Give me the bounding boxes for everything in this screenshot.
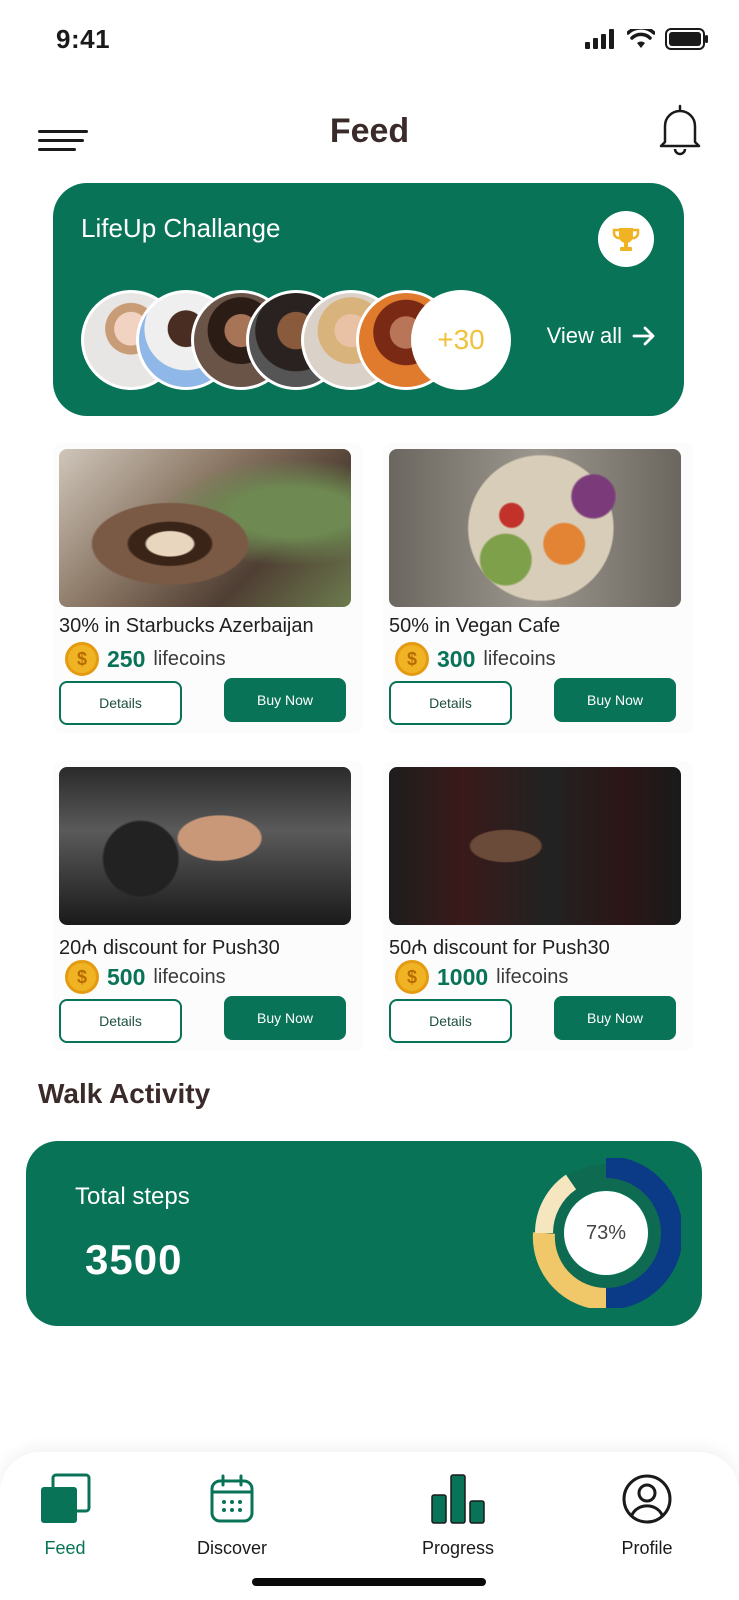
offer-title: 50₼ discount for Push30 — [389, 937, 610, 959]
view-all-link[interactable]: View all — [547, 323, 656, 349]
offer-card[interactable]: 20₼ discount for Push30 $ 500 lifecoins … — [53, 761, 363, 1051]
offer-title: 20₼ discount for Push30 — [59, 937, 280, 959]
tab-label: Profile — [621, 1538, 673, 1558]
more-participants-count[interactable]: +30 — [411, 290, 511, 390]
buy-now-button[interactable]: Buy Now — [554, 996, 676, 1040]
price-value: 500 — [107, 963, 146, 990]
offer-card[interactable]: 50% in Vegan Cafe $ 300 lifecoins Detail… — [383, 443, 693, 733]
status-icons — [585, 28, 709, 50]
offer-price: $ 300 lifecoins — [395, 642, 556, 676]
price-value: 250 — [107, 645, 146, 672]
buy-now-button[interactable]: Buy Now — [554, 678, 676, 722]
tab-profile[interactable]: Profile — [587, 1470, 707, 1559]
coin-icon: $ — [395, 642, 429, 676]
offer-image-salad — [389, 449, 681, 607]
offer-title: 30% in Starbucks Azerbaijan — [59, 615, 314, 637]
total-steps-label: Total steps — [75, 1183, 190, 1210]
total-steps-value: 3500 — [85, 1236, 183, 1283]
calendar-icon — [172, 1470, 292, 1528]
coin-icon: $ — [65, 642, 99, 676]
status-bar: 9:41 — [0, 0, 739, 80]
offer-price: $ 250 lifecoins — [65, 642, 226, 676]
battery-icon — [665, 28, 708, 50]
price-unit: lifecoins — [153, 965, 226, 988]
arrow-right-icon — [632, 326, 655, 346]
challenge-card[interactable]: LifeUp Challange +30 View all — [53, 183, 684, 416]
offer-image-gym — [59, 767, 351, 925]
tab-progress[interactable]: Progress — [398, 1470, 518, 1559]
offer-card[interactable]: 30% in Starbucks Azerbaijan $ 250 lifeco… — [53, 443, 363, 733]
tab-label: Feed — [44, 1538, 86, 1558]
details-button[interactable]: Details — [389, 681, 512, 725]
tab-discover[interactable]: Discover — [172, 1470, 292, 1559]
offer-image-coffee — [59, 449, 351, 607]
tab-feed[interactable]: Feed — [5, 1470, 125, 1559]
price-unit: lifecoins — [496, 965, 569, 988]
coin-icon: $ — [65, 960, 99, 994]
bar-chart-icon — [398, 1470, 518, 1528]
tab-label: Progress — [421, 1538, 495, 1558]
buy-now-button[interactable]: Buy Now — [224, 678, 346, 722]
home-indicator — [252, 1578, 486, 1586]
top-bar: Feed — [0, 100, 739, 164]
price-value: 1000 — [437, 963, 489, 990]
tab-label: Discover — [196, 1538, 267, 1558]
price-unit: lifecoins — [483, 647, 556, 670]
offer-price: $ 500 lifecoins — [65, 960, 226, 994]
steps-progress-donut: 73% — [531, 1156, 683, 1311]
offer-card[interactable]: 50₼ discount for Push30 $ 1000 lifecoins… — [383, 761, 693, 1051]
challenge-title: LifeUp Challange — [81, 213, 281, 243]
status-time: 9:41 — [56, 24, 111, 54]
details-button[interactable]: Details — [59, 681, 182, 725]
details-button[interactable]: Details — [59, 999, 182, 1043]
participant-avatars[interactable]: +30 — [81, 290, 521, 390]
coin-icon: $ — [395, 960, 429, 994]
view-all-label: View all — [546, 323, 622, 348]
notification-bell-icon[interactable] — [657, 102, 703, 156]
details-button[interactable]: Details — [389, 999, 512, 1043]
offer-price: $ 1000 lifecoins — [395, 960, 568, 994]
trophy-icon[interactable] — [598, 211, 654, 267]
wifi-icon — [627, 29, 655, 48]
user-icon — [587, 1470, 707, 1528]
buy-now-button[interactable]: Buy Now — [224, 996, 346, 1040]
walk-activity-title: Walk Activity — [38, 1078, 211, 1109]
offer-image-fitness — [389, 767, 681, 925]
signal-icon — [585, 29, 614, 49]
price-value: 300 — [437, 645, 476, 672]
page-title: Feed — [329, 112, 410, 150]
walk-activity-card[interactable]: Total steps 3500 73% — [26, 1141, 702, 1326]
feed-icon — [5, 1470, 125, 1528]
steps-percent: 73% — [585, 1221, 627, 1244]
price-unit: lifecoins — [153, 647, 226, 670]
offer-title: 50% in Vegan Cafe — [389, 615, 561, 637]
